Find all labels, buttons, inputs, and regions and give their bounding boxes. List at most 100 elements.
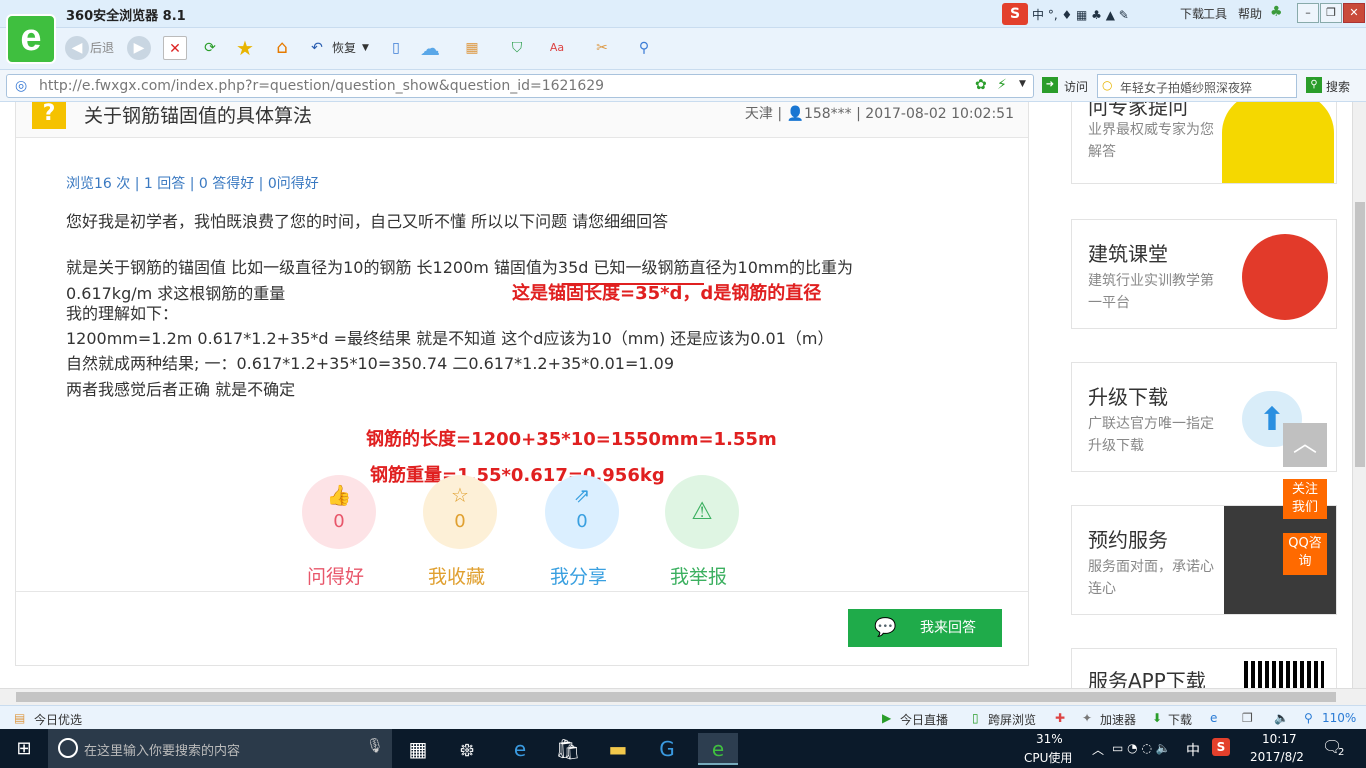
back-icon[interactable]: ◀ bbox=[65, 36, 89, 60]
page-icon: ◎ bbox=[15, 78, 28, 94]
back-button-label[interactable]: 后退 bbox=[90, 36, 114, 60]
home-icon[interactable]: ⌂ bbox=[270, 36, 294, 60]
store-icon[interactable]: 🛍 bbox=[548, 733, 588, 765]
tray-expand-icon[interactable]: ︿ bbox=[1092, 741, 1104, 758]
download-link[interactable]: 下载 bbox=[1168, 711, 1192, 728]
like-label[interactable]: 问得好 bbox=[307, 562, 364, 589]
shield-icon[interactable]: ⛉ bbox=[505, 36, 529, 60]
visit-button[interactable]: 访问 bbox=[1064, 78, 1088, 95]
accelerator-icon[interactable]: ✦ bbox=[1082, 711, 1092, 725]
share-label[interactable]: 我分享 bbox=[550, 562, 607, 589]
answer-button[interactable]: 💬 我来回答 bbox=[848, 609, 1002, 647]
edge-browser-icon[interactable]: e bbox=[500, 733, 540, 765]
maximize-button[interactable]: ❐ bbox=[1320, 3, 1342, 23]
restore-dropdown-icon[interactable]: ▼ bbox=[362, 36, 369, 60]
url-dropdown-icon[interactable]: ▼ bbox=[1019, 79, 1026, 89]
report-button[interactable]: ⚠ bbox=[665, 475, 739, 549]
status-bar: ▤ 今日优选 ▶ 今日直播 ▯ 跨屏浏览 ✚ ✦ 加速器 ⬇ 下载 e ❐ 🔈 … bbox=[0, 705, 1366, 729]
card-title: 预约服务 bbox=[1088, 528, 1168, 552]
cross-screen-icon[interactable]: ▯ bbox=[972, 711, 979, 725]
url-input[interactable]: ◎ http://e.fwxgx.com/index.php?r=questio… bbox=[6, 74, 1034, 98]
zoom-level[interactable]: 110% bbox=[1322, 711, 1356, 725]
refresh-icon[interactable]: ⟳ bbox=[198, 36, 222, 60]
menu-help[interactable]: 帮助 bbox=[1238, 5, 1262, 22]
phone-icon[interactable]: ▯ bbox=[384, 36, 408, 60]
ime-indicator[interactable]: 中 bbox=[1186, 740, 1200, 760]
vertical-scroll-thumb[interactable] bbox=[1355, 202, 1365, 467]
qq-consult-button[interactable]: QQ咨询 bbox=[1283, 533, 1327, 575]
live-link[interactable]: 今日直播 bbox=[900, 711, 948, 728]
vertical-scrollbar[interactable] bbox=[1352, 102, 1366, 688]
sogou-ime-icon[interactable]: S bbox=[1002, 3, 1028, 25]
clock-time[interactable]: 10:17 bbox=[1262, 732, 1297, 746]
zoom-icon[interactable]: ⚲ bbox=[1304, 711, 1313, 725]
file-explorer-icon[interactable]: ▬ bbox=[598, 733, 638, 765]
cross-screen-link[interactable]: 跨屏浏览 bbox=[988, 711, 1036, 728]
question-paragraph: 您好我是初学者，我怕既浪费了您的时间，自己又听不懂 所以以下问题 请您细细回答 bbox=[66, 212, 669, 231]
daily-picks-icon[interactable]: ▤ bbox=[14, 711, 25, 725]
sidebar-card-course[interactable]: 建筑课堂 建筑行业实训教学第一平台 bbox=[1071, 219, 1337, 329]
search-button[interactable]: 搜索 bbox=[1326, 78, 1350, 95]
share-button[interactable]: ⇗ 0 bbox=[545, 475, 619, 549]
sogou-tray-icon[interactable]: S bbox=[1212, 738, 1230, 756]
apps-icon[interactable]: ▦ bbox=[460, 36, 484, 60]
minimize-button[interactable]: – bbox=[1297, 3, 1319, 23]
live-icon[interactable]: ▶ bbox=[882, 711, 891, 725]
question-title: 关于钢筋锚固值的具体算法 bbox=[84, 105, 313, 127]
menu-tools[interactable]: 工具 bbox=[1203, 5, 1227, 22]
report-label[interactable]: 我举报 bbox=[670, 562, 727, 589]
windows-taskbar: ⊞ 在这里输入你要搜索的内容 🎙 ▦ ᪥ e 🛍 ▬ G e 31% CPU使用… bbox=[0, 729, 1366, 768]
ie-icon[interactable]: e bbox=[1210, 711, 1217, 725]
microphone-icon[interactable]: 🎙 bbox=[366, 738, 384, 754]
question-stats: 浏览16 次 | 1 回答 | 0 答得好 | 0问得好 bbox=[66, 176, 319, 192]
volume-icon[interactable]: 🔈 bbox=[1274, 711, 1289, 725]
window-icon[interactable]: ❐ bbox=[1242, 711, 1253, 725]
like-button[interactable]: 👍 0 bbox=[302, 475, 376, 549]
restore-icon[interactable]: ↶ bbox=[305, 36, 329, 60]
visit-icon[interactable]: ➜ bbox=[1042, 77, 1058, 93]
daily-picks-link[interactable]: 今日优选 bbox=[34, 711, 82, 728]
taskbar-search-box[interactable]: 在这里输入你要搜索的内容 🎙 bbox=[48, 729, 392, 768]
follow-us-button[interactable]: 关注我们 bbox=[1283, 479, 1327, 519]
annotation-bar-length: 钢筋的长度=1200+35*10=1550mm=1.55m bbox=[366, 429, 777, 450]
menu-download[interactable]: 下载 bbox=[1180, 5, 1204, 22]
stop-icon[interactable]: ✕ bbox=[163, 36, 187, 60]
cloud-icon[interactable]: ☁ bbox=[418, 36, 442, 60]
restore-button-label[interactable]: 恢复 bbox=[332, 36, 356, 60]
speed-mode-icon[interactable]: ⚡ bbox=[997, 77, 1007, 93]
close-button[interactable]: ✕ bbox=[1343, 3, 1365, 23]
forward-icon[interactable]: ▶ bbox=[127, 36, 151, 60]
card-subtitle: 服务面对面，承诺心连心 bbox=[1088, 559, 1214, 597]
back-to-top-button[interactable]: ︿ bbox=[1283, 423, 1327, 467]
360-browser-taskbar-icon[interactable]: e bbox=[698, 733, 738, 765]
question-user[interactable]: 158*** bbox=[804, 106, 852, 122]
sidebar-card-ask-expert[interactable]: 问专家提问 业界最权威专家为您解答 bbox=[1071, 102, 1337, 184]
task-view-icon[interactable]: ▦ bbox=[398, 733, 438, 765]
clock-date[interactable]: 2017/8/2 bbox=[1250, 750, 1304, 764]
sidebar-card-app-download[interactable]: 服务APP下载 bbox=[1071, 648, 1337, 688]
favorite-star-icon[interactable]: ★ bbox=[233, 36, 257, 60]
favorite-label[interactable]: 我收藏 bbox=[428, 562, 485, 589]
course-logo-icon bbox=[1242, 234, 1328, 320]
url-text: http://e.fwxgx.com/index.php?r=question/… bbox=[39, 78, 605, 94]
tray-icons[interactable]: ▭ ◔ ◌ 🔈 bbox=[1112, 741, 1171, 755]
accelerator-link[interactable]: 加速器 bbox=[1100, 711, 1136, 728]
favorite-button[interactable]: ☆ 0 bbox=[423, 475, 497, 549]
search-go-icon[interactable]: ⚲ bbox=[1306, 77, 1322, 93]
download-icon[interactable]: ⬇ bbox=[1152, 711, 1162, 725]
screenshot-icon[interactable]: ✂ bbox=[590, 36, 614, 60]
question-mark-icon: ? bbox=[32, 102, 66, 129]
app-swirl-icon[interactable]: ᪥ bbox=[447, 733, 487, 765]
health-icon[interactable]: ✚ bbox=[1055, 711, 1065, 725]
windows-start-icon[interactable]: ⊞ bbox=[0, 729, 48, 768]
translate-icon[interactable]: Aa bbox=[545, 36, 569, 60]
skin-icon[interactable]: ♣ bbox=[1270, 4, 1283, 20]
horizontal-scrollbar[interactable] bbox=[0, 688, 1366, 705]
favorite-count: 0 bbox=[454, 511, 466, 532]
ime-toolbar[interactable]: 中 °, ♦ ▦ ♣ ▲ ✎ bbox=[1032, 6, 1129, 23]
search-input[interactable]: ○ 年轻女子拍婚纱照深夜猝 bbox=[1097, 74, 1297, 98]
search-zoom-icon[interactable]: ⚲ bbox=[632, 36, 656, 60]
pinned-app-icon[interactable]: G bbox=[647, 733, 687, 765]
divider bbox=[16, 591, 1028, 592]
horizontal-scroll-thumb[interactable] bbox=[16, 692, 1336, 702]
